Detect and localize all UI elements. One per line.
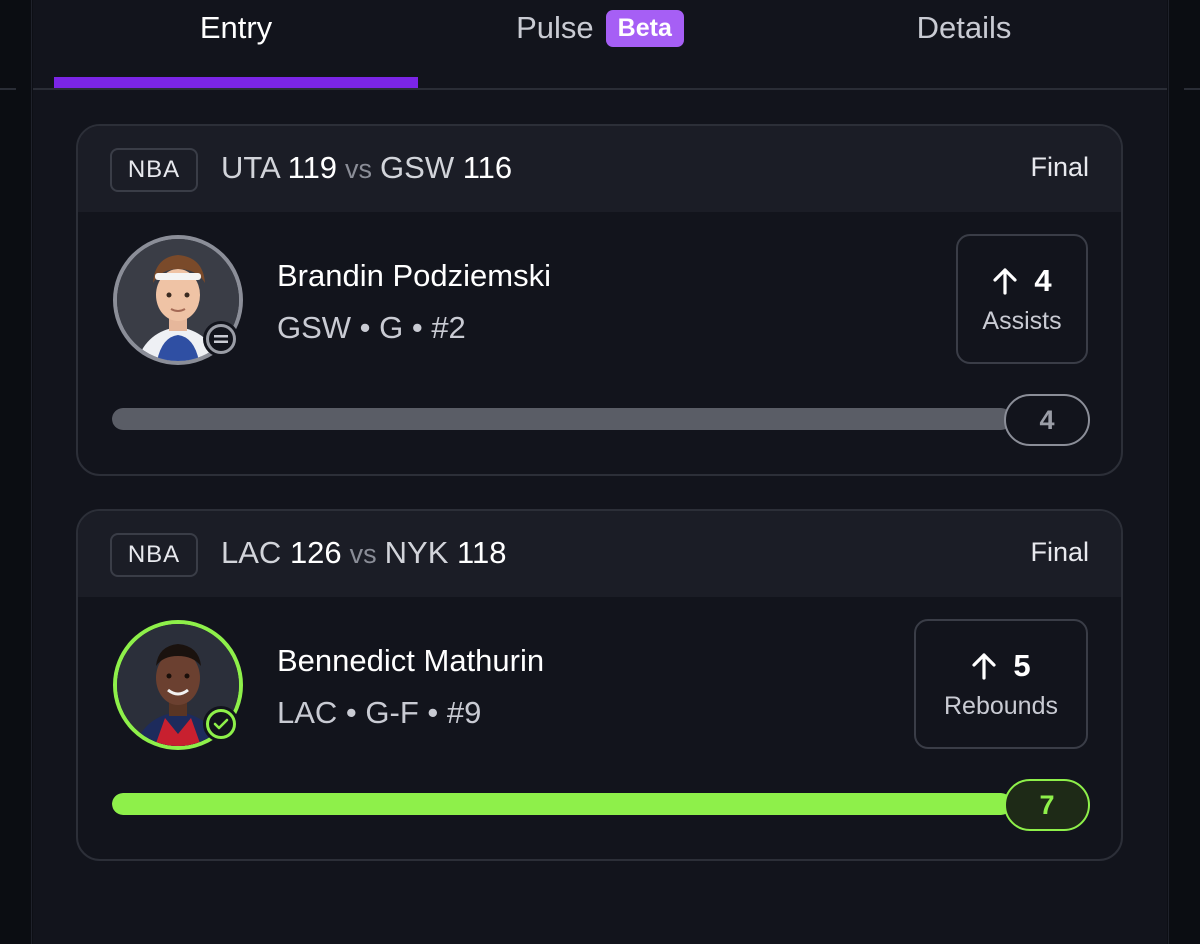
player-avatar xyxy=(113,620,243,750)
team-away: LAC xyxy=(221,535,282,570)
stat-label: Assists xyxy=(982,306,1062,335)
divider xyxy=(0,88,16,90)
progress-value: 4 xyxy=(1004,394,1090,446)
game-status: Final xyxy=(1030,152,1089,182)
score-away: 119 xyxy=(287,150,338,185)
progress-fill xyxy=(112,793,1012,815)
team-home: GSW xyxy=(380,150,455,185)
team-home: NYK xyxy=(384,535,449,570)
score-home: 116 xyxy=(462,150,513,185)
progress-fill xyxy=(112,408,1012,430)
divider xyxy=(1184,88,1200,90)
progress-value: 7 xyxy=(1004,779,1090,831)
beta-badge: Beta xyxy=(605,10,684,47)
tab-bar: Entry Pulse Beta Details xyxy=(33,0,1167,90)
tab-entry[interactable]: Entry xyxy=(54,0,418,88)
equals-icon xyxy=(203,321,239,357)
pick-card[interactable]: NBA UTA 119 vs GSW 116 Final Brandin Pod… xyxy=(76,124,1123,476)
vs-label: vs xyxy=(345,154,373,184)
game-header: NBA UTA 119 vs GSW 116 Final xyxy=(78,126,1121,212)
progress-bar xyxy=(112,793,1012,815)
stat-label: Rebounds xyxy=(944,691,1058,720)
tab-details[interactable]: Details xyxy=(782,0,1146,88)
game-score: LAC 126 vs NYK 118 xyxy=(221,535,506,571)
player-meta: GSW • G • #2 xyxy=(277,310,466,345)
stat-line-box[interactable]: 4 Assists xyxy=(956,234,1088,364)
player-name: Bennedict Mathurin xyxy=(277,643,545,678)
league-badge: NBA xyxy=(110,148,198,192)
game-score: UTA 119 vs GSW 116 xyxy=(221,150,512,186)
tab-details-label: Details xyxy=(916,10,1012,45)
team-away: UTA xyxy=(221,150,279,185)
up-arrow-icon xyxy=(993,267,1017,295)
player-meta: LAC • G-F • #9 xyxy=(277,695,482,730)
screen: Entry Pulse Beta Details NBA UTA 119 vs GS… xyxy=(0,0,1200,944)
tab-pulse[interactable]: Pulse Beta xyxy=(418,0,782,88)
score-away: 126 xyxy=(289,535,342,570)
entry-panel: Entry Pulse Beta Details NBA UTA 119 vs GS… xyxy=(33,0,1167,944)
tab-entry-label: Entry xyxy=(199,10,273,45)
progress-bar xyxy=(112,408,1012,430)
check-icon xyxy=(203,706,239,742)
tab-pulse-label: Pulse xyxy=(516,10,594,45)
stat-line-box[interactable]: 5 Rebounds xyxy=(914,619,1088,749)
player-name: Brandin Podziemski xyxy=(277,258,551,293)
game-header: NBA LAC 126 vs NYK 118 Final xyxy=(78,511,1121,597)
active-tab-indicator xyxy=(54,77,418,88)
pick-card[interactable]: NBA LAC 126 vs NYK 118 Final Bennedict M… xyxy=(76,509,1123,861)
right-gutter xyxy=(1168,0,1200,944)
stat-value: 5 xyxy=(1013,647,1031,683)
left-gutter xyxy=(0,0,32,944)
stat-value: 4 xyxy=(1034,262,1052,298)
league-badge: NBA xyxy=(110,533,198,577)
player-avatar xyxy=(113,235,243,365)
score-home: 118 xyxy=(457,535,507,570)
up-arrow-icon xyxy=(972,652,996,680)
vs-label: vs xyxy=(349,539,377,569)
game-status: Final xyxy=(1030,537,1089,567)
